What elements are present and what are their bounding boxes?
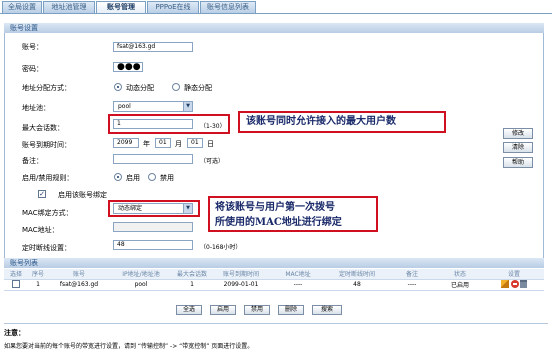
- timed-disconnect-label: 定时断线设置：: [22, 244, 71, 252]
- search-button[interactable]: 搜索: [312, 305, 342, 315]
- tab-account-management[interactable]: 账号管理: [96, 1, 146, 13]
- disable-radio[interactable]: [148, 173, 156, 181]
- chevron-down-icon: ▼: [183, 204, 192, 213]
- max-sessions-hint: （1-30）: [200, 123, 226, 130]
- account-table: 选择 序号 账号 IP地址/地址池 最大会话数 账号到期时间 MAC地址 定时断…: [4, 269, 544, 291]
- col-timed: 定时断线时间: [326, 269, 388, 280]
- addr-mode-dynamic-radio[interactable]: [114, 83, 122, 91]
- max-sessions-input[interactable]: 1: [113, 119, 193, 129]
- enable-radio[interactable]: [114, 173, 122, 181]
- expire-year-unit: 年: [143, 140, 150, 148]
- max-sessions-label: 最大会话数：: [22, 124, 64, 132]
- expire-day-input[interactable]: 01: [187, 138, 203, 148]
- tab-pppoe-online[interactable]: PPPoE在线: [147, 1, 199, 13]
- bind-enable-checkbox[interactable]: ✓: [38, 190, 46, 198]
- col-account: 账号: [48, 269, 110, 280]
- account-label: 账号：: [22, 43, 43, 51]
- table-header-row: 选择 序号 账号 IP地址/地址池 最大会话数 账号到期时间 MAC地址 定时断…: [4, 269, 544, 280]
- notes-text: 如果您要对当前的每个账号的带宽进行设置，请到 “传输控制” -> “带宽控制” …: [4, 343, 254, 350]
- col-pool: IP地址/地址池: [110, 269, 172, 280]
- addr-mode-dynamic-label: 动态分配: [126, 84, 154, 92]
- pool-label: 地址池：: [22, 104, 50, 112]
- row-select-checkbox[interactable]: [12, 279, 20, 288]
- addr-mode-static-label: 静态分配: [184, 84, 212, 92]
- row-account: fsat@163.gd: [48, 279, 110, 291]
- tab-account-list[interactable]: 账号信息列表: [200, 1, 256, 13]
- pool-select[interactable]: pool ▼: [113, 101, 193, 112]
- trash-icon[interactable]: [520, 279, 528, 288]
- note-label: 备注：: [22, 157, 43, 165]
- expire-day-unit: 日: [207, 140, 214, 148]
- col-settings: 设置: [484, 269, 544, 280]
- row-timed: 48: [326, 279, 388, 291]
- disable-button[interactable]: 禁用: [244, 305, 270, 315]
- mac-bind-label: MAC绑定方式：: [22, 209, 73, 217]
- clear-button[interactable]: 清除: [503, 142, 533, 153]
- expire-label: 账号到期时间：: [22, 141, 71, 149]
- tab-global-settings[interactable]: 全局设置: [2, 1, 42, 13]
- expire-month-unit: 月: [175, 140, 182, 148]
- delete-button[interactable]: 删除: [278, 305, 304, 315]
- row-mac: ----: [270, 279, 326, 291]
- col-mac: MAC地址: [270, 269, 326, 280]
- row-select-cell: [4, 279, 28, 291]
- chevron-down-icon: ▼: [183, 102, 192, 111]
- account-input[interactable]: fsat@163.gd: [113, 42, 193, 52]
- edit-icon[interactable]: [500, 279, 509, 288]
- col-select: 选择: [4, 269, 28, 280]
- table-row: 1 fsat@163.gd pool 1 2099-01-01 ---- 48 …: [4, 279, 544, 291]
- expire-year-input[interactable]: 2099: [113, 138, 139, 148]
- enable-label: 启用: [126, 174, 140, 182]
- row-max: 1: [172, 279, 212, 291]
- col-note: 备注: [388, 269, 436, 280]
- note-input[interactable]: [113, 154, 193, 164]
- mac-addr-label: MAC地址：: [22, 226, 59, 234]
- expire-month-input[interactable]: 01: [155, 138, 171, 148]
- tab-bar: 全局设置 地址池管理 账号管理 PPPoE在线 账号信息列表: [0, 0, 552, 14]
- timed-disconnect-hint: （0-168小时）: [200, 244, 242, 251]
- select-all-button[interactable]: 全选: [176, 305, 202, 315]
- row-pool: pool: [110, 279, 172, 291]
- enable-button[interactable]: 启用: [210, 305, 236, 315]
- notes-title: 注意：: [4, 329, 25, 337]
- col-index: 序号: [28, 269, 48, 280]
- mac-bind-select[interactable]: 动态绑定 ▼: [113, 203, 193, 214]
- mac-addr-input[interactable]: [113, 222, 193, 232]
- tab-address-pool[interactable]: 地址池管理: [43, 1, 95, 13]
- mac-bind-callout: 将该账号与用户第一次拨号 所使用的MAC地址进行绑定: [208, 196, 378, 232]
- disable-icon[interactable]: [510, 279, 519, 288]
- account-list-header: 账号列表: [4, 258, 544, 268]
- addr-mode-static-radio[interactable]: [172, 83, 180, 91]
- mac-bind-select-value: 动态绑定: [118, 205, 143, 212]
- max-users-callout: 该账号同时允许接入的最大用户数: [238, 111, 446, 133]
- disable-label: 禁用: [160, 174, 174, 182]
- col-max: 最大会话数: [172, 269, 212, 280]
- password-input[interactable]: ●●●: [113, 62, 143, 72]
- modify-button[interactable]: 修改: [503, 128, 533, 139]
- help-button[interactable]: 帮助: [503, 157, 533, 168]
- row-settings: [484, 279, 544, 291]
- tab-divider: [0, 13, 552, 14]
- row-status: 已启用: [436, 279, 484, 291]
- addr-mode-label: 地址分配方式：: [22, 84, 71, 92]
- row-expire: 2099-01-01: [212, 279, 270, 291]
- col-expire: 账号到期时间: [212, 269, 270, 280]
- col-status: 状态: [436, 269, 484, 280]
- pool-select-value: pool: [118, 103, 131, 110]
- note-hint: （可选）: [200, 158, 225, 165]
- notes-section: 注意： 如果您要对当前的每个账号的带宽进行设置，请到 “传输控制” -> “带宽…: [4, 323, 548, 350]
- timed-disconnect-input[interactable]: 48: [113, 240, 193, 250]
- password-label: 密码：: [22, 65, 43, 73]
- account-settings-header: 账号设置: [4, 23, 544, 33]
- enable-rule-label: 启用/禁用规则：: [22, 174, 74, 182]
- bind-enable-label: 启用该账号绑定: [58, 191, 107, 199]
- row-index: 1: [28, 279, 48, 291]
- row-note: ----: [388, 279, 436, 291]
